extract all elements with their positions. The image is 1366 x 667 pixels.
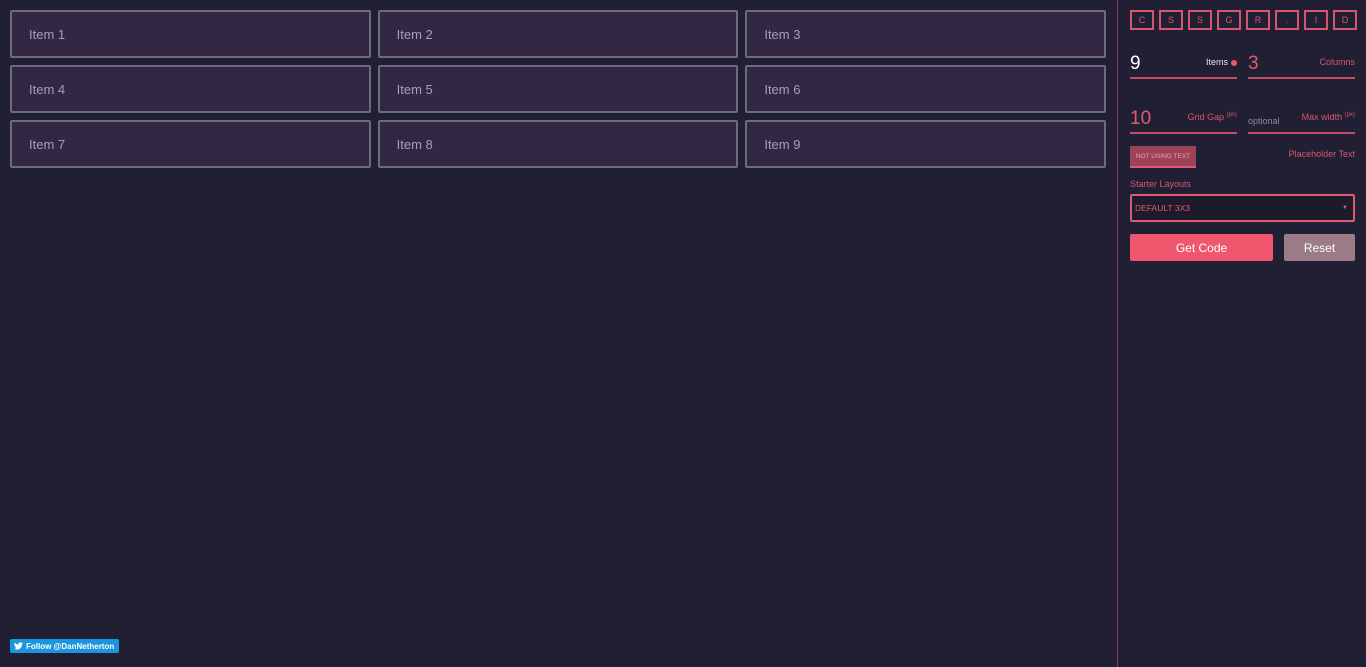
logo-letter: C xyxy=(1130,10,1154,30)
grid-item-label: Item 9 xyxy=(764,136,801,152)
max-width-label: Max width xyxy=(1301,112,1343,122)
grid-gap-value: 10 xyxy=(1130,108,1152,129)
twitter-follow-button[interactable]: Follow @DanNetherton xyxy=(10,639,120,653)
grid-item-label: Item 2 xyxy=(396,26,433,42)
columns-input[interactable]: 3 Columns xyxy=(1248,51,1355,79)
grid-item: Item 6 xyxy=(745,65,1106,113)
grid-item: Item 4 xyxy=(10,65,371,113)
grid-item-label: Item 7 xyxy=(29,136,66,152)
text-toggle-button[interactable]: NOT USING TEXT xyxy=(1130,146,1196,168)
twitter-follow-label: Follow @DanNetherton xyxy=(26,641,115,651)
logo-letter: . xyxy=(1275,10,1299,30)
grid-container: Item 1 Item 2 Item 3 Item 4 Item 5 Item … xyxy=(10,10,1106,168)
logo-letter: S xyxy=(1188,10,1212,30)
items-label: Items xyxy=(1205,57,1228,67)
max-width-placeholder: optional xyxy=(1248,116,1280,126)
grid-item-label: Item 6 xyxy=(764,81,801,97)
logo-letter: S xyxy=(1159,10,1183,30)
grid-item-label: Item 4 xyxy=(29,81,66,97)
starter-layouts-select[interactable]: DEFAULT 3X3 ▼ xyxy=(1130,194,1355,222)
active-dot-icon xyxy=(1231,59,1237,66)
reset-button[interactable]: Reset xyxy=(1284,234,1355,261)
grid-item: Item 3 xyxy=(745,10,1106,58)
dropdown-arrow-icon: ▼ xyxy=(1342,205,1348,211)
logo-letter: R xyxy=(1246,10,1270,30)
max-width-input[interactable]: optional Max width (px) xyxy=(1248,106,1355,134)
items-value: 9 xyxy=(1130,53,1141,74)
get-code-button[interactable]: Get Code xyxy=(1130,234,1273,261)
grid-item-label: Item 3 xyxy=(764,26,801,42)
grid-item: Item 2 xyxy=(377,10,739,58)
logo-letter: I xyxy=(1304,10,1328,30)
grid-item: Item 1 xyxy=(10,10,371,58)
logo: C S S G R . I D xyxy=(1130,10,1357,30)
grid-item: Item 5 xyxy=(377,65,739,113)
grid-item: Item 7 xyxy=(10,120,371,168)
grid-preview: Item 1 Item 2 Item 3 Item 4 Item 5 Item … xyxy=(0,0,1117,667)
twitter-bird-icon xyxy=(14,642,23,650)
columns-value: 3 xyxy=(1248,53,1259,74)
columns-label: Columns xyxy=(1319,57,1355,67)
settings-sidebar: C S S G R . I D 9 Items 3 Columns 10 Gri… xyxy=(1117,0,1366,667)
starter-layouts-value: DEFAULT 3X3 xyxy=(1135,203,1190,213)
grid-item-label: Item 8 xyxy=(396,136,433,152)
grid-item-label: Item 1 xyxy=(29,26,66,42)
grid-item: Item 9 xyxy=(745,120,1106,168)
placeholder-text-label[interactable]: Placeholder Text xyxy=(1289,149,1355,159)
starter-layouts-label: Starter Layouts xyxy=(1130,179,1192,189)
grid-gap-unit: (px) xyxy=(1226,112,1237,118)
max-width-unit: (px) xyxy=(1344,112,1355,118)
grid-item-label: Item 5 xyxy=(396,81,433,97)
logo-letter: G xyxy=(1217,10,1241,30)
items-input[interactable]: 9 Items xyxy=(1130,51,1237,79)
grid-gap-input[interactable]: 10 Grid Gap (px) xyxy=(1130,106,1237,134)
logo-letter: D xyxy=(1333,10,1357,30)
grid-item: Item 8 xyxy=(377,120,739,168)
grid-gap-label: Grid Gap xyxy=(1187,112,1225,122)
